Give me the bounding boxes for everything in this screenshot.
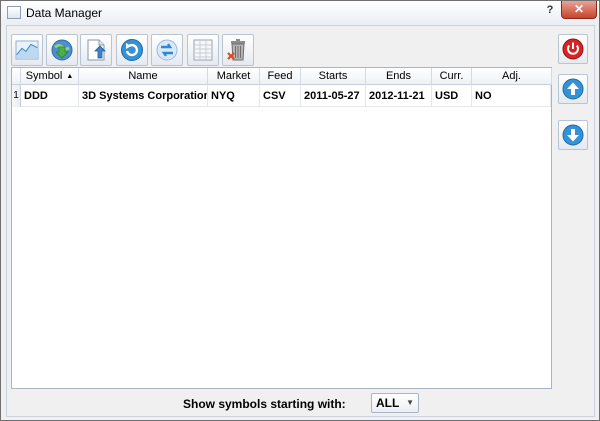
app-icon	[7, 6, 21, 19]
refresh-button[interactable]	[116, 34, 148, 66]
arrow-up-icon	[562, 78, 584, 100]
cell-starts[interactable]: 2011-05-27	[301, 85, 366, 107]
window-title: Data Manager	[26, 6, 103, 20]
column-header-feed[interactable]: Feed	[260, 68, 301, 85]
close-button[interactable]: ✕	[561, 1, 597, 19]
refresh-icon	[121, 39, 143, 61]
arrow-down-icon	[562, 124, 584, 146]
column-header-currency[interactable]: Curr.	[432, 68, 472, 85]
help-button[interactable]: ?	[541, 2, 559, 18]
cell-name[interactable]: 3D Systems Corporation	[79, 85, 208, 107]
table-header: Symbol ▲ Name Market Feed Starts Ends Cur…	[12, 68, 552, 85]
row-number: 1	[12, 85, 21, 107]
convert-button[interactable]	[151, 34, 183, 66]
table-row[interactable]: 1 DDD 3D Systems Corporation NYQ CSV 201…	[12, 85, 551, 107]
filter-value: ALL	[376, 396, 400, 410]
column-header-adjusted[interactable]: Adj.	[472, 68, 552, 85]
download-button[interactable]	[46, 34, 78, 66]
move-down-button[interactable]	[558, 120, 588, 150]
spreadsheet-button[interactable]	[187, 34, 219, 66]
delete-button[interactable]	[222, 34, 254, 66]
data-manager-window: Data Manager ? ✕ Symbol ▲ Name Market Fe…	[0, 0, 600, 421]
chart-icon	[15, 40, 39, 60]
cell-ends[interactable]: 2012-11-21	[366, 85, 432, 107]
cell-symbol[interactable]: DDD	[21, 85, 79, 107]
title-bar[interactable]: Data Manager ? ✕	[1, 1, 599, 25]
client-area: Symbol ▲ Name Market Feed Starts Ends Cur…	[6, 25, 595, 417]
chevron-down-icon: ▼	[406, 398, 414, 407]
column-header-symbol[interactable]: Symbol ▲	[21, 68, 79, 85]
spreadsheet-icon	[193, 39, 213, 61]
column-header-market[interactable]: Market	[208, 68, 260, 85]
filter-dropdown[interactable]: ALL ▼	[371, 393, 419, 413]
export-file-icon	[87, 39, 106, 61]
cell-feed[interactable]: CSV	[260, 85, 301, 107]
column-header-starts[interactable]: Starts	[301, 68, 366, 85]
sort-ascending-icon: ▲	[66, 73, 74, 80]
globe-download-icon	[51, 39, 73, 61]
column-header-ends[interactable]: Ends	[366, 68, 432, 85]
cell-adjusted[interactable]: NO	[472, 85, 551, 107]
power-icon	[562, 38, 584, 60]
cell-market[interactable]: NYQ	[208, 85, 260, 107]
symbols-table[interactable]: Symbol ▲ Name Market Feed Starts Ends Cur…	[11, 67, 552, 389]
convert-icon	[156, 39, 178, 61]
move-up-button[interactable]	[558, 74, 588, 104]
export-button[interactable]	[80, 34, 112, 66]
header-corner	[12, 68, 21, 85]
column-header-name[interactable]: Name	[79, 68, 208, 85]
cell-currency[interactable]: USD	[432, 85, 472, 107]
delete-trash-icon	[227, 39, 245, 61]
power-button[interactable]	[558, 34, 588, 64]
filter-label: Show symbols starting with:	[183, 397, 346, 411]
chart-button[interactable]	[11, 34, 43, 66]
